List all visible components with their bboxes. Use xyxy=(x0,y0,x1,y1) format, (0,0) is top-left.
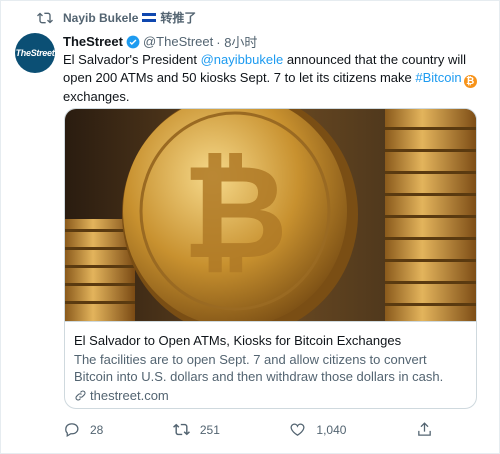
mention-link[interactable]: @nayibbukele xyxy=(201,52,284,67)
card-domain-text: thestreet.com xyxy=(90,388,169,403)
tweet-actions: 28 251 1,040 xyxy=(63,421,443,438)
avatar-text: TheStreet xyxy=(15,48,55,58)
tweet-text: El Salvador's President @nayibbukele ann… xyxy=(63,51,483,105)
retweet-label: 转推了 xyxy=(160,11,197,25)
tweet-text-part: exchanges. xyxy=(63,88,130,104)
card-body: El Salvador to Open ATMs, Kiosks for Bit… xyxy=(65,321,476,408)
el-salvador-flag-icon xyxy=(142,12,157,23)
tweet-header: TheStreet @TheStreet · 8小时 xyxy=(63,32,257,51)
share-button[interactable] xyxy=(416,421,443,438)
retweet-icon xyxy=(172,423,190,436)
retweet-indicator: Nayib Bukele 转推了 xyxy=(37,9,196,26)
card-domain: thestreet.com xyxy=(74,388,469,403)
author-name[interactable]: TheStreet xyxy=(63,34,123,49)
svg-text:₿: ₿ xyxy=(182,136,288,288)
author-handle[interactable]: @TheStreet xyxy=(143,34,213,49)
reply-button[interactable]: 28 xyxy=(63,421,103,438)
hashtag-link[interactable]: #Bitcoin xyxy=(415,70,461,85)
bitcoin-coins-image: ₿ xyxy=(65,109,476,321)
heart-icon xyxy=(290,423,305,436)
tweet-text-part: El Salvador's President xyxy=(63,52,201,67)
reply-count: 28 xyxy=(90,422,104,437)
retweet-icon xyxy=(37,12,53,23)
link-icon xyxy=(75,390,86,401)
avatar[interactable]: TheStreet xyxy=(15,33,55,73)
retweeter-name[interactable]: Nayib Bukele xyxy=(63,11,138,25)
like-count: 1,040 xyxy=(316,422,347,437)
card-description: The facilities are to open Sept. 7 and a… xyxy=(74,352,444,384)
verified-badge-icon xyxy=(126,35,140,48)
retweet-count: 251 xyxy=(199,422,220,437)
like-button[interactable]: 1,040 xyxy=(289,421,346,438)
card-title: El Salvador to Open ATMs, Kiosks for Bit… xyxy=(74,333,402,348)
reply-icon xyxy=(65,423,79,438)
tweet-container[interactable]: Nayib Bukele 转推了 TheStreet TheStreet @Th… xyxy=(0,0,500,454)
retweet-button[interactable]: 251 xyxy=(172,421,220,438)
bitcoin-emoji-icon: ₿ xyxy=(463,74,477,88)
link-card[interactable]: ₿ El Salvador to Open ATMs, Kiosks for B… xyxy=(64,108,477,409)
share-icon xyxy=(418,422,431,436)
tweet-timestamp[interactable]: · 8小时 xyxy=(216,32,257,51)
